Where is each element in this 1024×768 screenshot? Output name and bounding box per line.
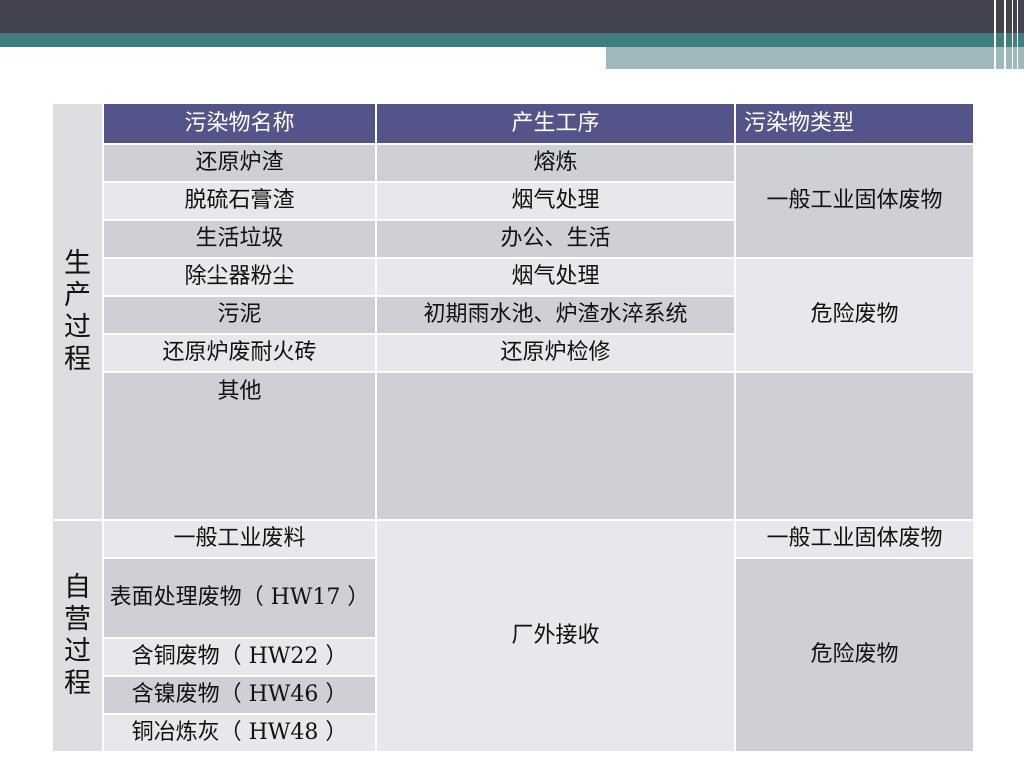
cell-name: 含镍废物（ HW46 ） <box>102 675 377 715</box>
header-bar-dark <box>0 0 1024 33</box>
cell-type-hazardous: 危险废物 <box>734 257 975 373</box>
section-label-production: 生产过程 <box>51 102 104 521</box>
header-stripe <box>994 0 996 69</box>
cell-process: 烟气处理 <box>375 257 736 297</box>
header-stripe <box>1004 0 1006 69</box>
waste-table: 生产过程 污染物名称 产生工序 污染物类型 还原炉渣 熔炼 一般工业固体废物 脱… <box>51 102 975 753</box>
cell-type-empty <box>734 371 975 521</box>
header-stripe <box>1017 0 1018 69</box>
table-row: 自营过程 一般工业废料 厂外接收 一般工业固体废物 <box>51 519 975 753</box>
header-process: 产生工序 <box>375 102 736 145</box>
cell-name: 还原炉废耐火砖 <box>102 333 377 373</box>
header-bar-teal <box>0 33 1024 47</box>
cell-name: 脱硫石膏渣 <box>102 181 377 221</box>
header-stripe <box>1012 0 1013 69</box>
cell-process <box>375 371 736 521</box>
cell-process: 初期雨水池、炉渣水淬系统 <box>375 295 736 335</box>
cell-type-general: 一般工业固体废物 <box>734 519 975 559</box>
header-type: 污染物类型 <box>734 102 975 145</box>
cell-name: 污泥 <box>102 295 377 335</box>
cell-name: 其他 <box>102 371 377 521</box>
cell-process-external: 厂外接收 <box>375 519 736 753</box>
cell-name: 铜冶炼灰（ HW48 ） <box>102 713 377 753</box>
cell-type-hazardous: 危险废物 <box>734 557 975 753</box>
cell-name: 含铜废物（ HW22 ） <box>102 637 377 677</box>
table-row: 除尘器粉尘 烟气处理 危险废物 <box>52 257 975 373</box>
cell-name: 表面处理废物（ HW17 ） <box>102 557 377 639</box>
table-row: 还原炉渣 熔炼 一般工业固体废物 <box>52 143 975 259</box>
header-bar-gray <box>606 47 1024 69</box>
table-row: 其他 <box>52 371 975 521</box>
cell-type-general: 一般工业固体废物 <box>734 143 975 259</box>
cell-name: 生活垃圾 <box>102 219 377 259</box>
section-label-self-operated: 自营过程 <box>51 519 104 753</box>
cell-process: 熔炼 <box>375 143 736 183</box>
cell-process: 还原炉检修 <box>375 333 736 373</box>
cell-process: 烟气处理 <box>375 181 736 221</box>
cell-name: 还原炉渣 <box>102 143 377 183</box>
cell-name: 一般工业废料 <box>102 519 377 559</box>
cell-name: 除尘器粉尘 <box>102 257 377 297</box>
header-name: 污染物名称 <box>102 102 377 145</box>
table-header-row: 生产过程 污染物名称 产生工序 污染物类型 <box>51 102 975 521</box>
cell-process: 办公、生活 <box>375 219 736 259</box>
